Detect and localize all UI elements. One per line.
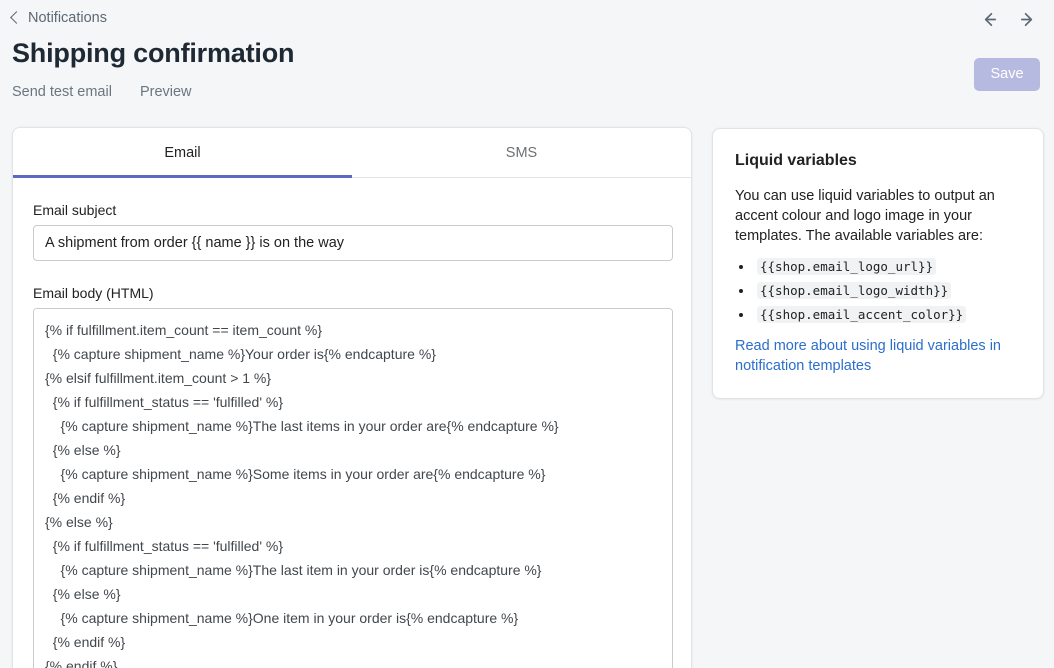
email-form: Email subject Email body (HTML) {% if fu… bbox=[13, 178, 691, 668]
tab-sms[interactable]: SMS bbox=[352, 128, 691, 177]
tab-sms-label: SMS bbox=[506, 145, 537, 161]
liquid-variables-title: Liquid variables bbox=[735, 149, 1021, 173]
save-button[interactable]: Save bbox=[974, 58, 1040, 91]
tab-email[interactable]: Email bbox=[13, 128, 352, 177]
email-template-card: Email SMS Email subject Email body (HTML… bbox=[12, 127, 692, 668]
channel-tabs: Email SMS bbox=[13, 128, 691, 178]
list-item: {{shop.email_logo_url}} bbox=[735, 258, 1021, 276]
liquid-variables-panel: Liquid variables You can use liquid vari… bbox=[712, 128, 1044, 399]
page-title: Shipping confirmation bbox=[12, 36, 294, 70]
breadcrumb-notifications[interactable]: Notifications bbox=[12, 9, 107, 27]
liquid-variable-logo-url: {{shop.email_logo_url}} bbox=[757, 258, 936, 275]
tab-email-label: Email bbox=[164, 145, 200, 161]
chevron-left-icon bbox=[10, 11, 23, 24]
liquid-variable-logo-width: {{shop.email_logo_width}} bbox=[757, 282, 951, 299]
arrow-left-icon[interactable] bbox=[978, 8, 1000, 30]
email-subject-label: Email subject bbox=[33, 200, 671, 220]
arrow-right-icon[interactable] bbox=[1016, 8, 1038, 30]
breadcrumb-label: Notifications bbox=[28, 9, 107, 27]
email-body-label: Email body (HTML) bbox=[33, 283, 671, 303]
list-item: {{shop.email_logo_width}} bbox=[735, 282, 1021, 300]
liquid-variable-accent-color: {{shop.email_accent_color}} bbox=[757, 306, 966, 323]
preview-link[interactable]: Preview bbox=[140, 82, 192, 102]
pagination-nav bbox=[978, 8, 1038, 30]
liquid-variables-docs-link[interactable]: Read more about using liquid variables i… bbox=[735, 336, 1021, 376]
liquid-variables-description: You can use liquid variables to output a… bbox=[735, 186, 1021, 246]
email-subject-input[interactable] bbox=[33, 225, 673, 261]
page-root: Notifications Shipping confirmation Send… bbox=[0, 0, 1054, 668]
liquid-variables-list: {{shop.email_logo_url}} {{shop.email_log… bbox=[735, 258, 1021, 324]
email-body-textarea[interactable]: {% if fulfillment.item_count == item_cou… bbox=[33, 308, 673, 668]
send-test-email-link[interactable]: Send test email bbox=[12, 82, 112, 102]
list-item: {{shop.email_accent_color}} bbox=[735, 306, 1021, 324]
page-actions: Send test email Preview bbox=[12, 82, 192, 102]
